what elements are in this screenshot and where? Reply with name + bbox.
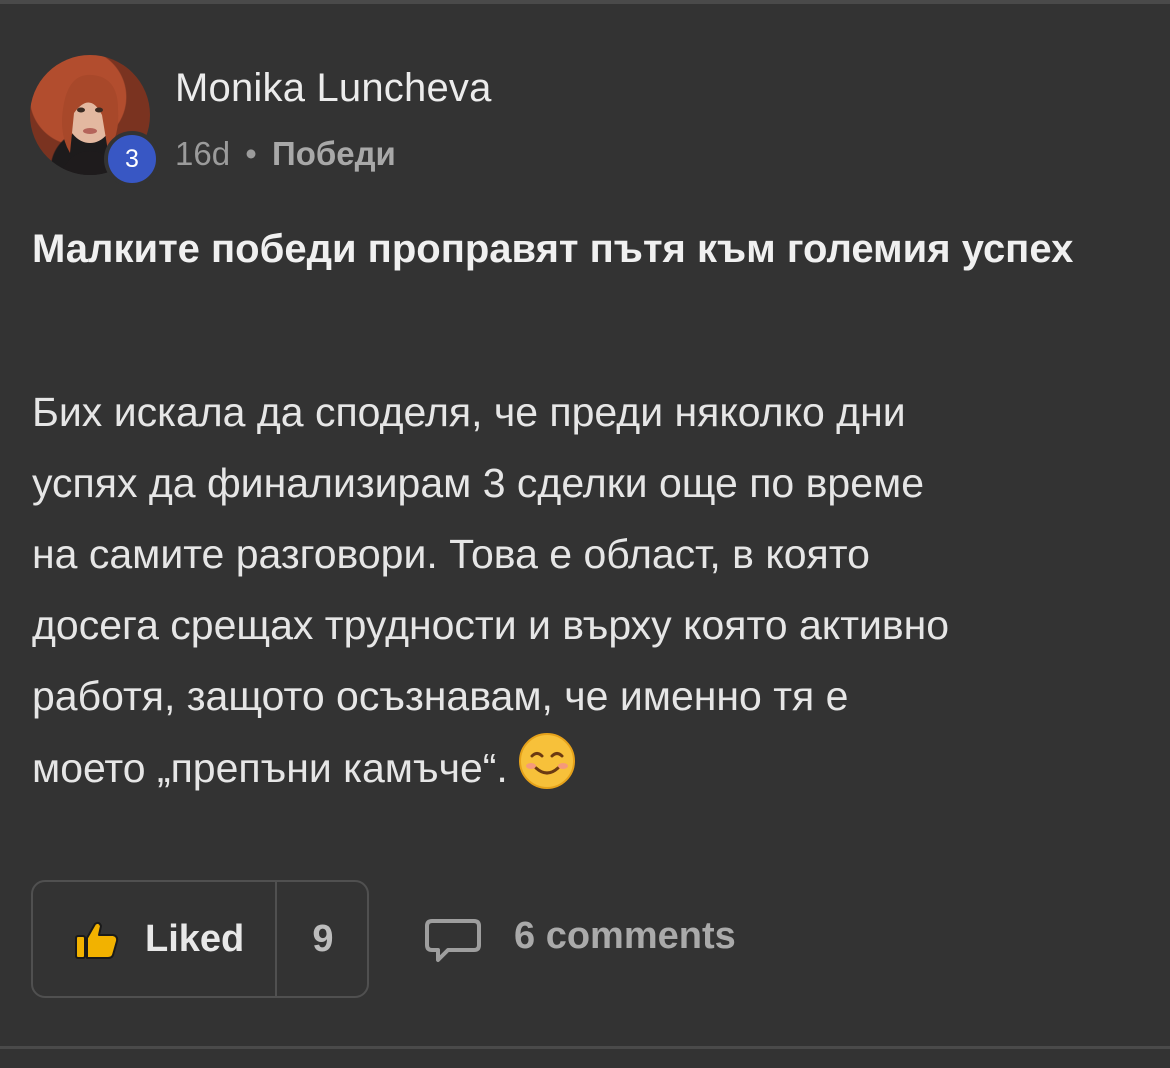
body-line: досега срещах трудности и върху която ак… bbox=[32, 602, 950, 648]
author-avatar-group[interactable]: 3 bbox=[30, 55, 160, 187]
bottom-divider bbox=[0, 1046, 1170, 1049]
like-control: Liked 9 bbox=[31, 880, 369, 998]
comments-label: 6 comments bbox=[514, 915, 736, 957]
author-name[interactable]: Monika Luncheva bbox=[175, 66, 492, 111]
body-line: Бих искала да споделя, че преди няколко … bbox=[32, 389, 906, 435]
post-meta: 16d • Победи bbox=[175, 135, 396, 173]
body-line: успях да финализирам 3 сделки още по вре… bbox=[32, 460, 924, 506]
comments-button[interactable]: 6 comments bbox=[424, 905, 764, 975]
thumbs-up-icon bbox=[75, 920, 119, 965]
category-link[interactable]: Победи bbox=[272, 135, 396, 172]
body-line: моето „препъни камъче“. bbox=[32, 745, 508, 791]
body-line-last: моето „препъни камъче“. bbox=[32, 732, 1152, 812]
post-body: Бих искала да споделя, че преди няколко … bbox=[32, 377, 1152, 812]
smiling-face-emoji-icon bbox=[518, 732, 576, 812]
level-badge: 3 bbox=[104, 131, 160, 187]
like-label: Liked bbox=[145, 918, 245, 960]
post-card: 3 Monika Luncheva 16d • Победи Малките п… bbox=[0, 0, 1170, 1068]
body-line: на самите разговори. Това е област, в ко… bbox=[32, 531, 870, 577]
speech-bubble-icon bbox=[424, 917, 482, 970]
time-ago: 16d bbox=[175, 135, 231, 172]
like-count[interactable]: 9 bbox=[277, 918, 369, 961]
body-line: работя, защото осъзнавам, че именно тя е bbox=[32, 673, 849, 719]
post-title: Малките победи проправят пътя към големи… bbox=[32, 227, 1074, 271]
like-button[interactable]: Liked bbox=[33, 882, 275, 996]
meta-separator: • bbox=[245, 135, 257, 172]
